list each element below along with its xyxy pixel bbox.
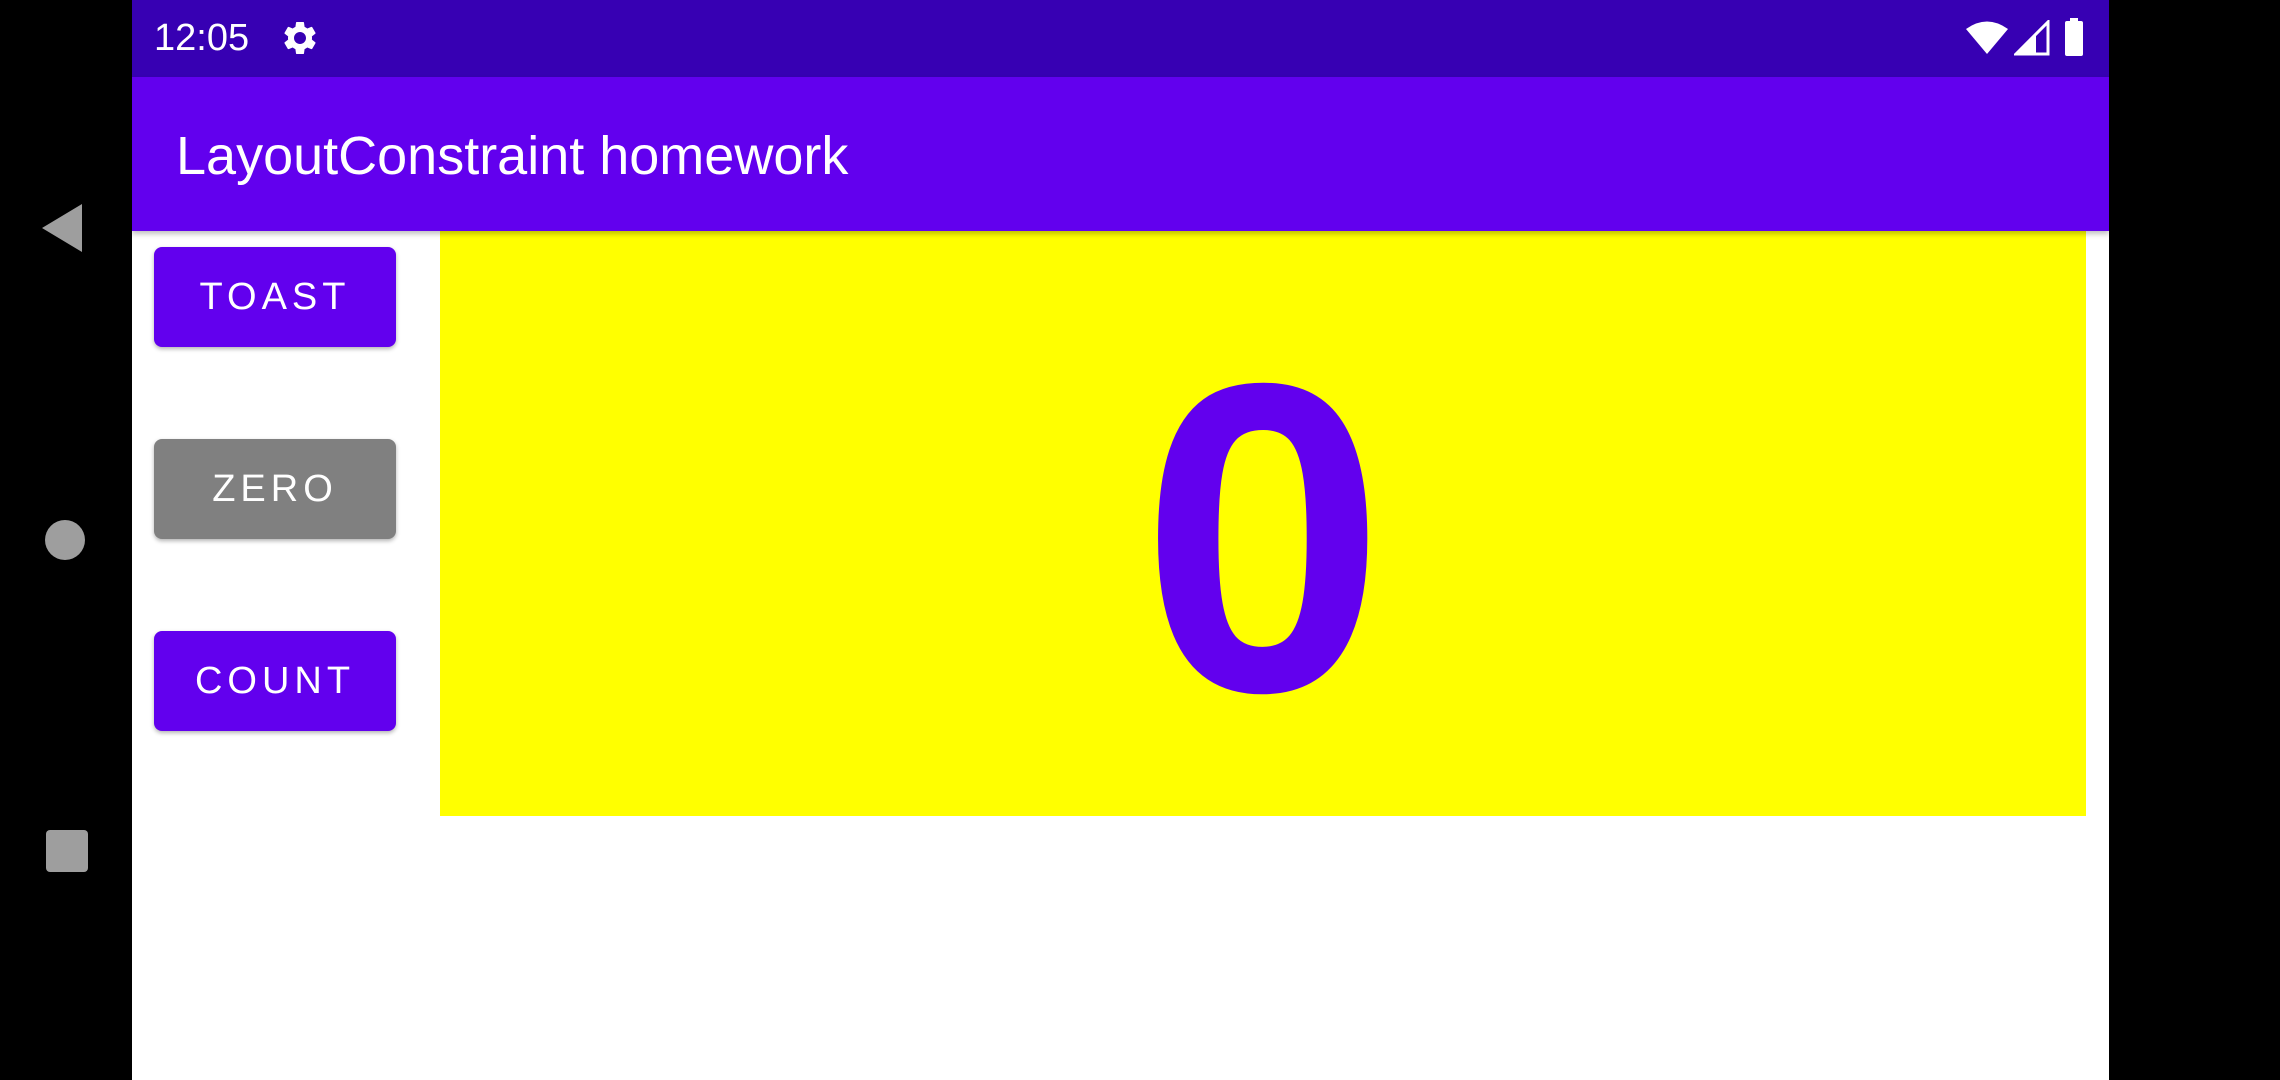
recents-icon[interactable] <box>46 830 88 872</box>
count-button[interactable]: COUNT <box>154 631 396 731</box>
app-screen: 12:05 LayoutConstraint homework TOAST ZE… <box>132 0 2109 1080</box>
status-time: 12:05 <box>154 17 250 59</box>
toast-button[interactable]: TOAST <box>154 247 396 347</box>
back-icon[interactable] <box>42 204 82 252</box>
device-bezel <box>2109 0 2280 1080</box>
device-frame: 12:05 LayoutConstraint homework TOAST ZE… <box>0 0 2280 1080</box>
count-display: 0 <box>440 231 2086 816</box>
app-title: LayoutConstraint homework <box>176 126 849 186</box>
signal-icon <box>2014 20 2050 56</box>
wifi-icon <box>1966 21 2008 54</box>
gear-icon <box>284 21 316 54</box>
zero-button[interactable]: ZERO <box>154 439 396 539</box>
status-bar: 12:05 <box>132 0 2109 77</box>
battery-icon <box>2065 18 2083 56</box>
count-value: 0 <box>1140 292 1386 784</box>
app-bar: LayoutConstraint homework <box>132 77 2109 231</box>
home-icon[interactable] <box>45 520 85 560</box>
system-navigation-bar <box>0 0 132 1080</box>
